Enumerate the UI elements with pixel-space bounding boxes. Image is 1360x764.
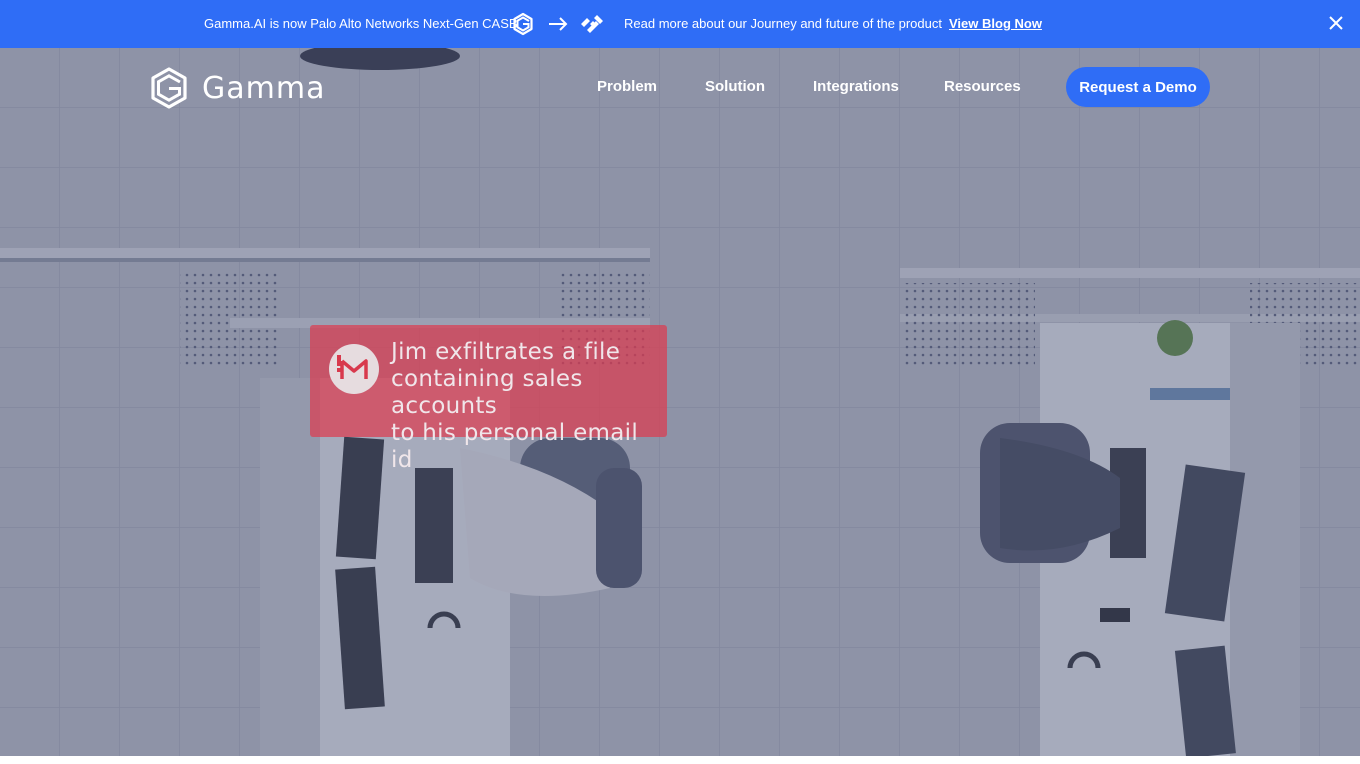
arrow-right-icon [549, 17, 568, 31]
alert-line: containing sales accounts [391, 366, 583, 419]
hero-overlay [0, 48, 1360, 756]
nav-solution[interactable]: Solution [705, 78, 765, 95]
announcement-text: Gamma.AI is now Palo Alto Networks Next-… [204, 16, 518, 31]
logo-wordmark: Gamma [202, 70, 326, 106]
alert-line: Jim exfiltrates a file [391, 339, 621, 365]
nav-resources[interactable]: Resources [944, 78, 1021, 95]
gamma-logo-icon [151, 67, 187, 109]
exfiltration-alert-card: Jim exfiltrates a file containing sales … [310, 325, 667, 473]
hero-section [0, 48, 1360, 756]
announcement-subtext: Read more about our Journey and future o… [624, 16, 942, 31]
page-bottom-edge [0, 756, 1360, 764]
palo-alto-networks-icon [581, 15, 603, 33]
announcement-bar: Gamma.AI is now Palo Alto Networks Next-… [0, 0, 1360, 48]
gmail-alert-icon [329, 344, 379, 394]
alert-message: Jim exfiltrates a file containing sales … [391, 339, 661, 474]
gamma-mark-icon [513, 12, 533, 36]
close-icon[interactable] [1327, 14, 1345, 32]
request-demo-button[interactable]: Request a Demo [1066, 67, 1210, 107]
view-blog-link[interactable]: View Blog Now [949, 16, 1042, 31]
nav-integrations[interactable]: Integrations [813, 78, 899, 95]
nav-problem[interactable]: Problem [597, 78, 657, 95]
gamma-logo[interactable]: Gamma [150, 67, 325, 109]
alert-line: to his personal email id [391, 420, 639, 473]
